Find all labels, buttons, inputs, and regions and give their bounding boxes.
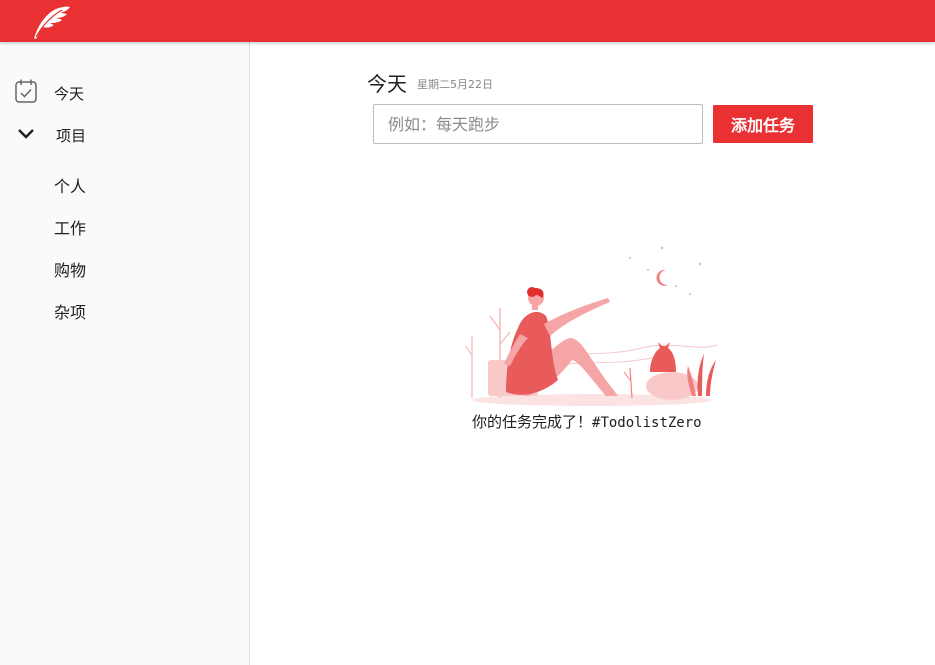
empty-state-text: 你的任务完成了！ [472,413,593,431]
sidebar-item-today-label: 今天 [54,85,85,103]
empty-state-hashtag: #TodolistZero [592,415,702,431]
project-item-work[interactable]: 工作 [54,215,86,239]
sidebar-item-projects-label: 项目 [56,127,87,145]
page-title: 今天 [367,72,407,96]
feather-icon[interactable] [32,4,72,40]
woman-sitting-pointing-at-moon-illustration [465,246,718,406]
page-date: 星期二5月22日 [417,78,493,91]
project-item-shopping[interactable]: 购物 [54,257,86,281]
add-task-button[interactable]: 添加任务 [713,105,813,143]
sidebar-item-projects[interactable]: 项目 [14,120,234,148]
calendar-check-icon [15,79,37,103]
empty-state-message: 你的任务完成了！#TodolistZero [472,411,702,432]
sidebar-item-today[interactable]: 今天 [14,78,234,106]
task-input[interactable] [373,104,703,144]
sidebar: 今天 项目 个人 工作 购物 杂项 [0,42,250,665]
project-item-personal[interactable]: 个人 [54,173,86,197]
top-bar [0,0,935,42]
chevron-down-icon[interactable] [14,122,38,146]
project-item-misc[interactable]: 杂项 [54,299,86,323]
